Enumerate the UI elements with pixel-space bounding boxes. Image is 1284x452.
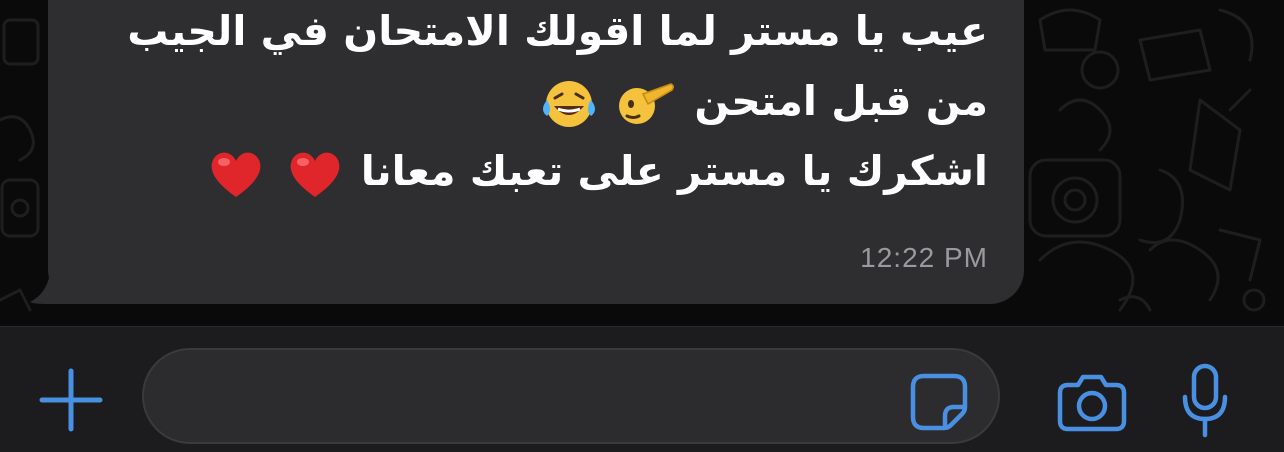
message-input[interactable] bbox=[142, 348, 1000, 444]
message-input-bar bbox=[0, 326, 1284, 452]
message-timestamp: 12:22 PM bbox=[860, 242, 988, 273]
message-line-2-text: من قبل امتحن bbox=[694, 77, 988, 125]
microphone-icon[interactable] bbox=[1180, 363, 1230, 439]
plus-icon[interactable] bbox=[38, 367, 104, 433]
chat-area[interactable]: عيب يا مستر لما اقولك الامتحان في الجيب … bbox=[0, 0, 1284, 326]
message-line-3-text: اشكرك يا مستر على تعبك معانا bbox=[360, 147, 988, 195]
message-line-3: اشكرك يا مستر على تعبك معانا bbox=[88, 136, 988, 206]
camera-icon[interactable] bbox=[1056, 371, 1128, 433]
red-heart-emoji bbox=[290, 152, 339, 197]
laughing-tears-emoji bbox=[542, 81, 595, 127]
sticker-icon[interactable] bbox=[908, 371, 970, 433]
incoming-message-bubble[interactable]: عيب يا مستر لما اقولك الامتحان في الجيب … bbox=[48, 0, 1024, 304]
red-heart-emoji bbox=[211, 152, 261, 197]
bubble-tail bbox=[30, 250, 88, 304]
message-text: عيب يا مستر لما اقولك الامتحان في الجيب … bbox=[88, 0, 988, 206]
saluting-face-emoji bbox=[619, 83, 675, 124]
message-line-1: عيب يا مستر لما اقولك الامتحان في الجيب bbox=[127, 7, 988, 55]
message-line-2: من قبل امتحن bbox=[88, 66, 988, 136]
